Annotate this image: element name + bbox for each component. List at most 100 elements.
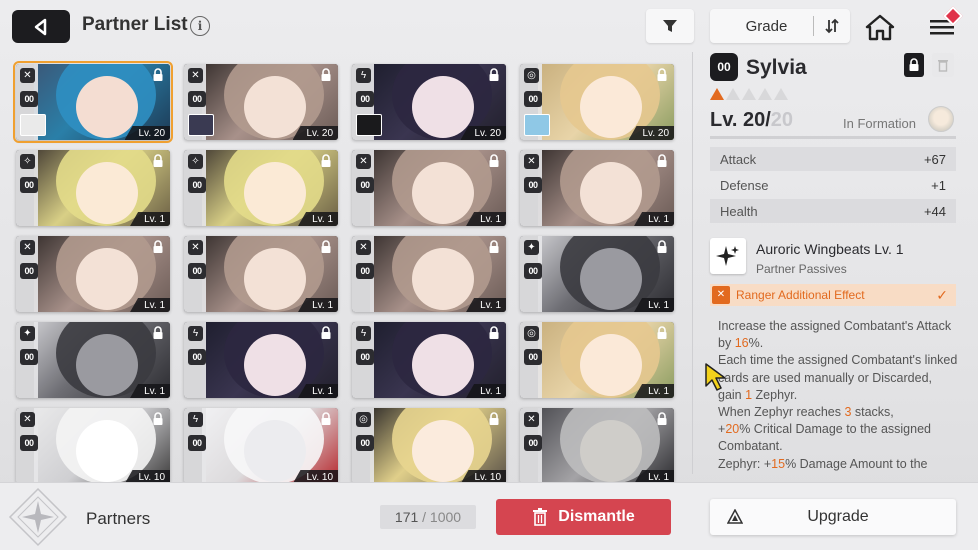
desc-text: Zephyr: + [718, 456, 772, 471]
stat-value: +44 [923, 203, 946, 219]
partner-card[interactable]: ✕ 00 Lv. 20 [13, 61, 173, 143]
passive-subtitle: Partner Passives [756, 262, 847, 276]
grade-star-empty-icon [726, 88, 740, 100]
grade-stars [710, 88, 788, 100]
class-icon: ϟ [356, 68, 371, 83]
rank-icon: 00 [20, 349, 38, 365]
class-icon: ◎ [524, 68, 539, 83]
trash-icon [938, 60, 948, 72]
lock-icon [489, 68, 499, 81]
upgrade-button[interactable]: Upgrade [710, 499, 956, 535]
class-icon: ϟ [356, 326, 371, 341]
lock-icon [321, 240, 331, 253]
partner-card[interactable]: ϟ 00 Lv. 10 [184, 408, 338, 482]
upgrade-icon [720, 509, 750, 525]
sort-select[interactable]: Grade [710, 9, 850, 43]
class-icon: ϟ [188, 326, 203, 341]
home-button[interactable] [862, 10, 898, 44]
partner-name: Sylvia [746, 56, 807, 79]
portrait-face [76, 76, 138, 138]
sparkle-icon [716, 246, 739, 266]
trash-icon [533, 508, 548, 526]
stat-row-attack: Attack +67 [710, 147, 956, 171]
formation-avatar[interactable] [928, 106, 954, 132]
portrait-face [412, 248, 474, 310]
check-icon: ✓ [936, 286, 948, 303]
lock-icon [153, 68, 163, 81]
back-arrow-icon [34, 18, 47, 35]
grade-star-filled-icon [710, 88, 724, 100]
partner-card[interactable]: ◎ 00 Lv. 10 [352, 408, 506, 482]
partner-card[interactable]: ✕ 00 Lv. 1 [184, 236, 338, 312]
class-icon: ✦ [20, 326, 35, 341]
partner-card[interactable]: ◎ 00 Lv. 1 [520, 322, 674, 398]
partner-card[interactable]: ✕ 00 Lv. 1 [16, 236, 170, 312]
rank-icon: 00 [356, 91, 374, 107]
partner-card[interactable]: ✦ 00 Lv. 1 [520, 236, 674, 312]
rank-icon: 00 [20, 91, 38, 107]
rank-icon: 00 [188, 349, 206, 365]
class-icon: ✕ [524, 154, 539, 169]
partner-count: 171 / 1000 [380, 505, 476, 529]
partner-card[interactable]: ◎ 00 Lv. 20 [520, 64, 674, 140]
formation-label: In Formation [843, 116, 916, 131]
partner-card[interactable]: ✧ 00 Lv. 1 [16, 150, 170, 226]
partner-card[interactable]: ϟ 00 Lv. 20 [352, 64, 506, 140]
portrait-face [244, 162, 306, 224]
lock-icon [489, 412, 499, 425]
portrait-face [580, 420, 642, 482]
class-icon: ◎ [356, 412, 371, 427]
partner-card[interactable]: ✕ 00 Lv. 1 [520, 150, 674, 226]
grade-star-empty-icon [774, 88, 788, 100]
stat-row-defense: Defense +1 [710, 173, 956, 197]
lock-icon [489, 326, 499, 339]
ranger-effect-icon: ✕ [712, 286, 730, 304]
partner-card[interactable]: ✦ 00 Lv. 1 [16, 322, 170, 398]
ranger-effect-bar[interactable]: ✕ Ranger Additional Effect ✓ [710, 284, 956, 306]
partner-card[interactable]: ✕ 00 Lv. 10 [16, 408, 170, 482]
partner-card[interactable]: ϟ 00 Lv. 1 [184, 322, 338, 398]
portrait-face [244, 248, 306, 310]
effect-label: Ranger Additional Effect [736, 288, 865, 302]
partner-card[interactable]: ✕ 00 Lv. 20 [184, 64, 338, 140]
assigned-combatant-avatar [188, 114, 214, 136]
partner-card[interactable]: ✧ 00 Lv. 1 [184, 150, 338, 226]
class-icon: ✕ [188, 68, 203, 83]
footer-bar: Partners 171 / 1000 Dismantle Upgrade [0, 482, 978, 550]
menu-button[interactable] [922, 6, 963, 44]
portrait-face [76, 248, 138, 310]
sort-order-toggle[interactable] [814, 9, 850, 43]
passive-name: Auroric Wingbeats Lv. 1 [756, 241, 904, 257]
info-icon[interactable]: i [190, 16, 210, 36]
level-max: 20 [770, 109, 794, 131]
portrait-face [412, 162, 474, 224]
home-icon [865, 14, 895, 41]
lock-icon [657, 412, 667, 425]
filter-button[interactable] [646, 9, 694, 43]
level-readout: Lv. 20/20 [710, 109, 793, 132]
rank-icon: 00 [20, 177, 38, 193]
portrait-face [76, 420, 138, 482]
class-icon: ✧ [20, 154, 35, 169]
stat-row-health: Health +44 [710, 199, 956, 223]
partner-card[interactable]: ✕ 00 Lv. 1 [352, 236, 506, 312]
partner-card[interactable]: ✕ 00 Lv. 1 [352, 150, 506, 226]
desc-text: stacks, [851, 405, 894, 420]
rank-icon: 00 [524, 177, 542, 193]
desc-text: When Zephyr reaches [718, 405, 845, 420]
partner-card[interactable]: ✕ 00 Lv. 1 [520, 408, 674, 482]
partner-detail-panel: 00 Sylvia Lv. 20/20 In Formation Attack … [700, 50, 968, 475]
rank-icon: 00 [524, 91, 542, 107]
delete-button[interactable] [932, 53, 954, 77]
passive-skill-icon[interactable] [710, 238, 746, 274]
partner-card[interactable]: ϟ 00 Lv. 1 [352, 322, 506, 398]
portrait-face [244, 76, 306, 138]
lock-icon [489, 240, 499, 253]
class-icon: ✕ [20, 240, 35, 255]
back-button[interactable] [12, 10, 70, 43]
lock-toggle-button[interactable] [904, 53, 924, 77]
class-icon: ✕ [524, 412, 539, 427]
dismantle-button[interactable]: Dismantle [496, 499, 671, 535]
stat-value: +67 [923, 151, 946, 167]
dismantle-label: Dismantle [558, 508, 635, 525]
